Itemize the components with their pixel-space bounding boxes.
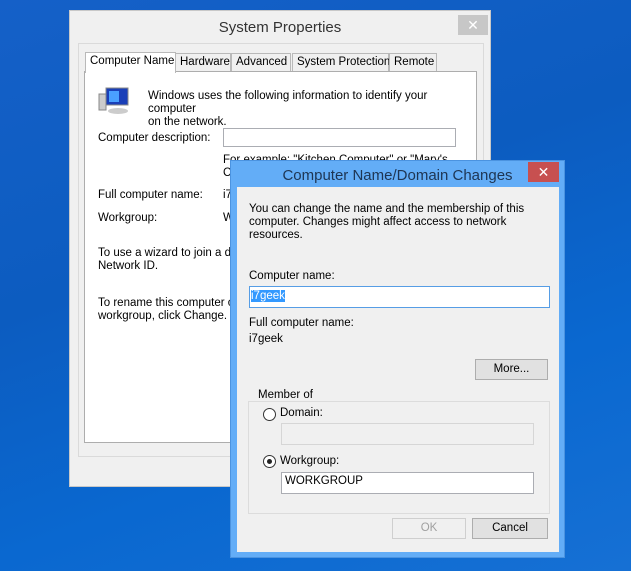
full-name-label: Full computer name:: [249, 317, 354, 329]
tab-advanced[interactable]: Advanced: [231, 53, 291, 72]
description-label: Computer description:: [98, 132, 211, 144]
tab-computer-name[interactable]: Computer Name: [85, 52, 176, 73]
computer-icon: [98, 87, 129, 114]
intro-line: computer. Changes might affect access to…: [249, 216, 507, 241]
tab-hardware[interactable]: Hardware: [175, 53, 231, 72]
workgroup-label[interactable]: Workgroup:: [280, 455, 339, 467]
domain-radio[interactable]: [263, 408, 276, 421]
dialog-intro: You can change the name and the membersh…: [249, 203, 559, 242]
rename-line: workgroup, click Change.: [98, 310, 228, 322]
computer-name-value: i7geek: [251, 290, 285, 302]
intro-line: You can change the name and the membersh…: [249, 203, 525, 215]
close-button[interactable]: ✕: [458, 15, 488, 35]
computer-name-label: Computer name:: [249, 270, 335, 282]
rename-line: To rename this computer or: [98, 297, 238, 309]
dialog-title: Computer Name/Domain Changes: [282, 167, 513, 184]
close-button[interactable]: ✕: [528, 162, 559, 182]
computer-name-input[interactable]: i7geek: [249, 286, 550, 308]
wizard-line: To use a wizard to join a do: [98, 247, 238, 259]
workgroup-input[interactable]: WORKGROUP: [281, 472, 534, 494]
rename-text: To rename this computer or workgroup, cl…: [98, 297, 238, 323]
ok-button[interactable]: OK: [392, 518, 466, 539]
full-name-label: Full computer name:: [98, 189, 203, 201]
wizard-line: Network ID.: [98, 260, 159, 272]
domain-label[interactable]: Domain:: [280, 407, 323, 419]
tab-system-protection[interactable]: System Protection: [292, 53, 390, 72]
intro-line: Windows uses the following information t…: [148, 90, 428, 115]
workgroup-label: Workgroup:: [98, 212, 158, 224]
more-button[interactable]: More...: [475, 359, 548, 380]
computer-name-dialog: Computer Name/Domain Changes ✕ You can c…: [230, 160, 565, 558]
dialog-client: You can change the name and the membersh…: [237, 187, 559, 552]
wizard-text: To use a wizard to join a do Network ID.: [98, 247, 237, 273]
full-name-value: i7geek: [249, 333, 283, 345]
domain-input[interactable]: [281, 423, 534, 445]
workgroup-radio[interactable]: [263, 455, 276, 468]
member-of-label: Member of: [256, 389, 315, 401]
intro-text: Windows uses the following information t…: [148, 90, 476, 129]
cancel-button[interactable]: Cancel: [472, 518, 548, 539]
window-title: System Properties: [218, 19, 342, 36]
description-input[interactable]: [223, 128, 456, 147]
tab-remote[interactable]: Remote: [389, 53, 437, 72]
